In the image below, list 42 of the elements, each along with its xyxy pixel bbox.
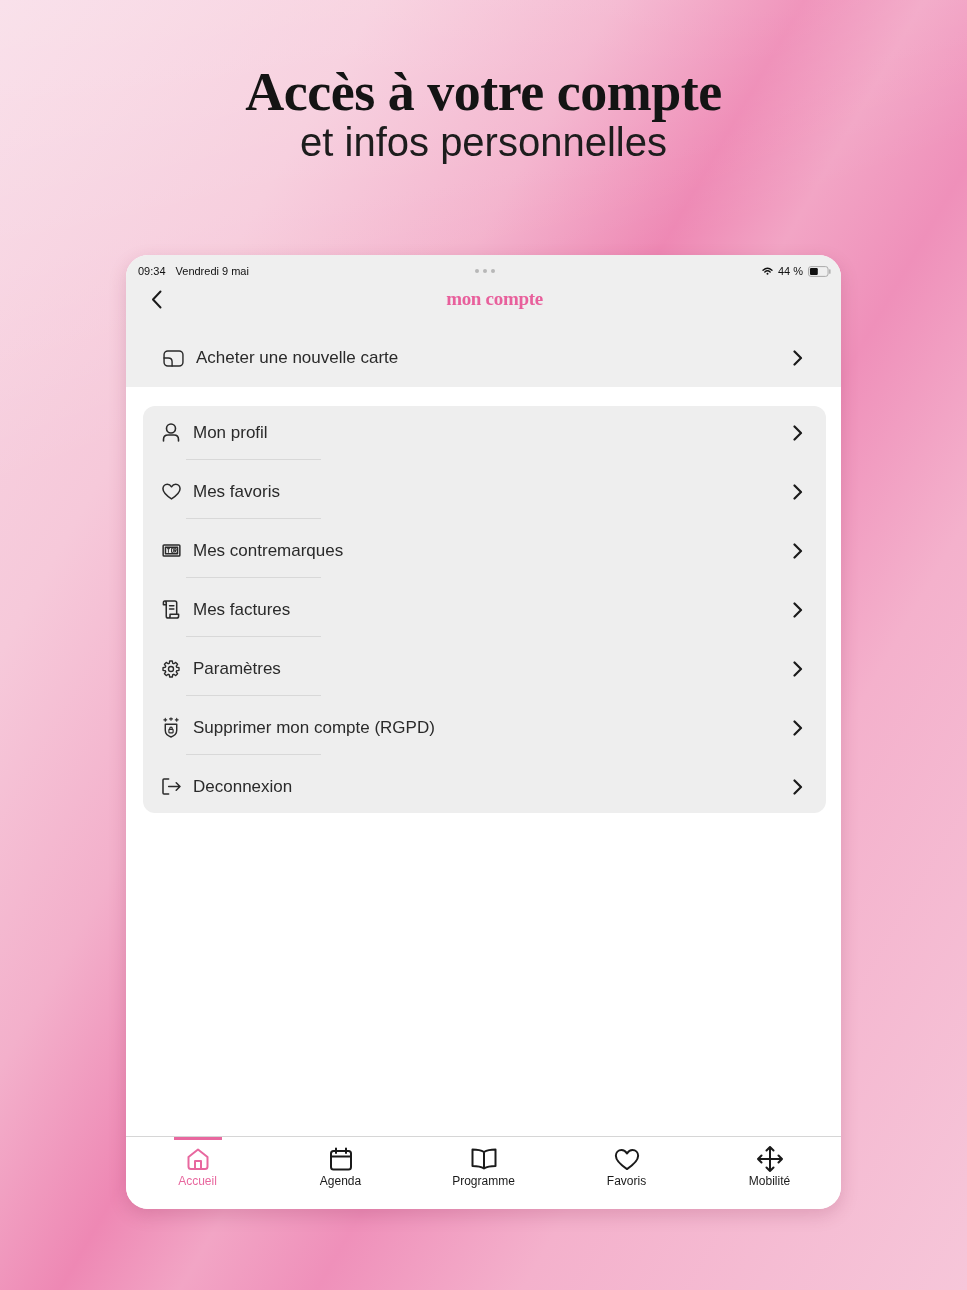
- menu-item[interactable]: Mes contremarques: [143, 524, 826, 577]
- card-icon: [162, 349, 184, 367]
- menu-item[interactable]: Supprimer mon compte (RGPD): [143, 701, 826, 754]
- menu-item[interactable]: Acheter une nouvelle carte: [126, 329, 841, 387]
- menu-item[interactable]: Mes factures: [143, 583, 826, 636]
- heart-icon: [613, 1147, 640, 1171]
- tab[interactable]: Favoris: [555, 1137, 698, 1209]
- chevron-icon: [793, 719, 803, 736]
- chevron-icon: [793, 601, 803, 618]
- menu-item[interactable]: Mes favoris: [143, 465, 826, 518]
- book-icon: [470, 1148, 497, 1170]
- chevron-icon: [793, 483, 803, 500]
- person-icon: [162, 423, 180, 442]
- screen-title: mon compte: [446, 287, 543, 311]
- shield-icon: [161, 717, 181, 738]
- home-icon: [185, 1147, 210, 1171]
- chevron-icon: [793, 542, 803, 559]
- menu-item[interactable]: Deconnexion: [143, 760, 826, 813]
- dots-icon[interactable]: [474, 269, 495, 273]
- back-icon: [151, 289, 162, 309]
- wifi-icon: [761, 267, 773, 275]
- chevron-icon: [793, 350, 803, 366]
- scroll-icon: [162, 600, 180, 619]
- gear-icon: [162, 659, 180, 678]
- tab[interactable]: Programme: [412, 1137, 555, 1209]
- menu-item[interactable]: Mon profil: [143, 406, 826, 459]
- battery-icon: [808, 265, 831, 277]
- status-date: Vendredi 9 mai: [175, 265, 249, 277]
- calendar-icon: [328, 1147, 353, 1171]
- page-title: Accès à votre compte: [245, 64, 722, 120]
- tab[interactable]: Mobilité: [698, 1137, 841, 1209]
- menu-item[interactable]: Paramètres: [143, 642, 826, 695]
- chevron-icon: [793, 778, 803, 795]
- chevron-icon: [793, 424, 803, 441]
- ticket-icon: [161, 544, 181, 557]
- logout-icon: [161, 778, 181, 795]
- battery-percent: 44 %: [777, 265, 803, 277]
- tab[interactable]: Agenda: [269, 1137, 412, 1209]
- status-time: 09:34: [138, 265, 166, 277]
- heart-icon: [161, 483, 181, 500]
- move-icon: [756, 1146, 783, 1172]
- chevron-icon: [793, 660, 803, 677]
